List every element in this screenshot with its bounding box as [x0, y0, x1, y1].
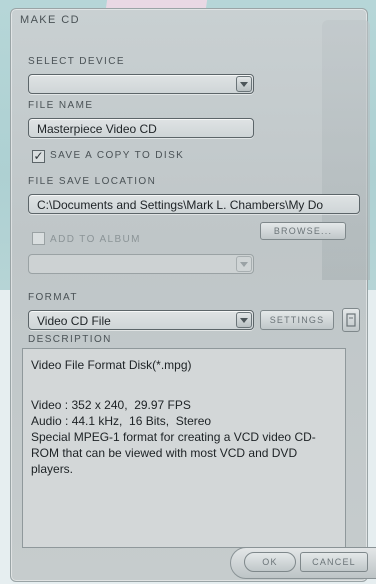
- add-to-album-label: Add To Album: [50, 234, 141, 245]
- chevron-down-icon[interactable]: [236, 76, 252, 92]
- album-dropdown[interactable]: [28, 254, 254, 274]
- select-device-dropdown[interactable]: [28, 74, 254, 94]
- add-to-album-checkbox[interactable]: [32, 232, 45, 245]
- dialog-title: Make CD: [20, 14, 80, 26]
- cancel-button[interactable]: Cancel: [300, 552, 368, 572]
- file-save-location-input[interactable]: C:\Documents and Settings\Mark L. Chambe…: [28, 194, 360, 214]
- file-icon: [346, 313, 356, 327]
- file-name-label: File Name: [28, 100, 94, 111]
- select-device-label: Select Device: [28, 56, 125, 67]
- settings-icon-button[interactable]: [342, 308, 360, 332]
- description-line: Video File Format Disk(*.mpg): [31, 358, 192, 372]
- settings-button[interactable]: Settings: [260, 310, 334, 330]
- description-line: Special MPEG-1 format for creating a VCD…: [31, 430, 316, 476]
- browse-button[interactable]: Browse...: [260, 222, 346, 240]
- format-dropdown[interactable]: Video CD File: [28, 310, 254, 330]
- ok-button[interactable]: Ok: [244, 552, 296, 572]
- format-label: Format: [28, 292, 78, 303]
- background-decoration: [322, 20, 370, 280]
- description-label: Description: [28, 334, 112, 345]
- file-save-location-label: File Save Location: [28, 176, 157, 187]
- save-copy-checkbox[interactable]: ✓: [32, 150, 45, 163]
- chevron-down-icon[interactable]: [236, 312, 252, 328]
- description-line: [31, 373, 337, 389]
- save-copy-label: Save A Copy To Disk: [50, 150, 185, 161]
- description-line: Video : 352 x 240, 29.97 FPS: [31, 398, 191, 412]
- chevron-down-icon[interactable]: [236, 256, 252, 272]
- description-line: Audio : 44.1 kHz, 16 Bits, Stereo: [31, 414, 212, 428]
- description-box: Video File Format Disk(*.mpg) Video : 35…: [22, 348, 346, 548]
- file-name-input[interactable]: Masterpiece Video CD: [28, 118, 254, 138]
